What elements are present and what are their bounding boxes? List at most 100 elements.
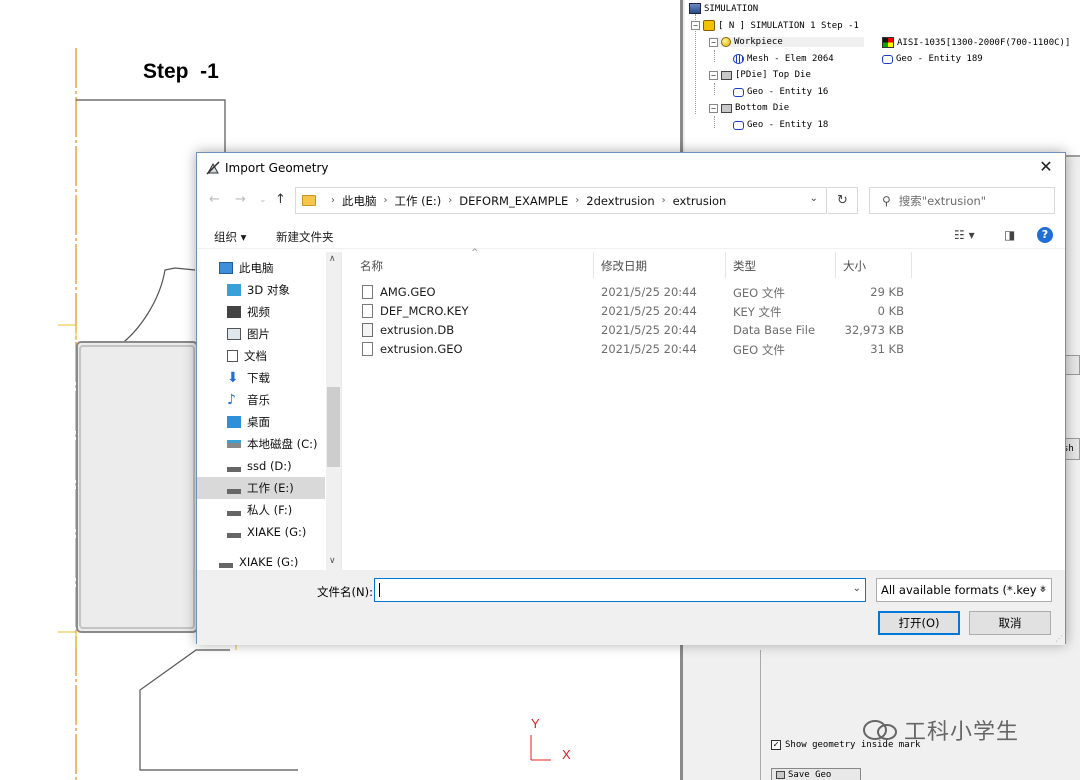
column-header-name[interactable]: 名称 bbox=[360, 258, 383, 274]
chevron-down-icon[interactable]: ⌄ bbox=[1039, 584, 1047, 595]
tree-top-die-geo[interactable]: Geo - Entity 16 bbox=[733, 87, 828, 97]
file-row[interactable]: extrusion.GEO 2021/5/25 20:44 GEO 文件 31 … bbox=[345, 340, 1065, 359]
collapse-icon[interactable]: − bbox=[691, 21, 700, 30]
workpiece-billet bbox=[76, 341, 198, 633]
die-icon bbox=[721, 70, 732, 80]
sort-ascending-icon: ^ bbox=[471, 248, 479, 258]
nav-item-drive-g[interactable]: XIAKE (G:) bbox=[197, 521, 325, 543]
file-icon bbox=[362, 342, 373, 356]
scroll-up-icon[interactable]: ∧ bbox=[329, 254, 336, 264]
breadcrumb-2dextrusion[interactable]: 2dextrusion bbox=[586, 194, 654, 208]
tree-bottom-die[interactable]: − Bottom Die bbox=[709, 103, 789, 113]
search-input[interactable]: ⚲ 搜索"extrusion" bbox=[869, 187, 1055, 214]
file-size: 31 KB bbox=[870, 342, 904, 356]
nav-item-downloads[interactable]: ⬇ 下载 bbox=[197, 367, 325, 389]
help-icon[interactable]: ? bbox=[1037, 227, 1053, 243]
folder-icon bbox=[302, 195, 316, 206]
file-type-filter-value: All available formats (*.key * bbox=[881, 583, 1046, 597]
search-placeholder: 搜索"extrusion" bbox=[898, 193, 987, 208]
open-button[interactable]: 打开(O) bbox=[878, 611, 960, 635]
file-row[interactable]: extrusion.DB 2021/5/25 20:44 Data Base F… bbox=[345, 321, 1065, 340]
breadcrumb-this-pc[interactable]: 此电脑 bbox=[342, 193, 377, 209]
nav-item-drive-f[interactable]: 私人 (F:) bbox=[197, 499, 325, 521]
up-arrow-icon[interactable]: ↑ bbox=[275, 192, 286, 207]
collapse-icon[interactable]: − bbox=[709, 37, 718, 47]
nav-label: XIAKE (G:) bbox=[247, 525, 307, 539]
nav-scrollbar[interactable]: ∧ ∨ bbox=[326, 252, 341, 570]
file-size: 29 KB bbox=[870, 285, 904, 299]
close-icon[interactable]: ✕ bbox=[1033, 157, 1059, 179]
filename-input[interactable]: ⌄ bbox=[374, 578, 866, 602]
nav-item-desktop[interactable]: 桌面 bbox=[197, 411, 325, 433]
watermark-text: 工科小学生 bbox=[904, 720, 1020, 745]
collapse-icon[interactable]: − bbox=[709, 103, 718, 113]
address-bar[interactable]: › 此电脑 › 工作 (E:) › DEFORM_EXAMPLE › 2dext… bbox=[295, 187, 827, 214]
dialog-toolbar: 组织 ▾ 新建文件夹 ☷ ▾ ◨ ? bbox=[197, 223, 1065, 249]
collapse-icon[interactable]: − bbox=[709, 70, 718, 80]
file-icon bbox=[362, 304, 373, 318]
nav-item-3d-objects[interactable]: 3D 对象 bbox=[197, 279, 325, 301]
scroll-thumb[interactable] bbox=[327, 387, 340, 467]
nav-item-drive-e[interactable]: 工作 (E:) bbox=[197, 477, 325, 499]
tree-workpiece[interactable]: − Workpiece bbox=[709, 37, 864, 47]
nav-item-drive-g-network[interactable]: XIAKE (G:) bbox=[197, 551, 325, 570]
back-arrow-icon[interactable]: ← bbox=[209, 192, 220, 207]
file-row[interactable]: AMG.GEO 2021/5/25 20:44 GEO 文件 29 KB bbox=[345, 283, 1065, 302]
resize-grip-icon[interactable]: ⋰ bbox=[1055, 634, 1063, 643]
organize-button[interactable]: 组织 ▾ bbox=[214, 229, 246, 245]
nav-item-videos[interactable]: 视频 bbox=[197, 301, 325, 323]
tree-material-label: AISI-1035[1300-2000F(700-1100C)] bbox=[897, 37, 1071, 48]
nav-item-documents[interactable]: 文档 bbox=[197, 345, 325, 367]
tree-bottom-die-geo-label: Geo - Entity 18 bbox=[747, 120, 829, 130]
tree-mesh-label: Mesh - Elem 2064 bbox=[747, 54, 834, 64]
computer-icon bbox=[219, 262, 233, 274]
file-type: KEY 文件 bbox=[733, 305, 782, 319]
nav-item-this-pc[interactable]: 此电脑 bbox=[197, 257, 325, 279]
tree-mesh[interactable]: Mesh - Elem 2064 bbox=[733, 54, 834, 64]
view-options-icon[interactable]: ☷ ▾ bbox=[954, 228, 975, 242]
new-folder-button[interactable]: 新建文件夹 bbox=[276, 229, 334, 245]
file-name: extrusion.GEO bbox=[380, 342, 463, 356]
file-date: 2021/5/25 20:44 bbox=[601, 304, 697, 318]
picture-icon bbox=[227, 328, 241, 340]
tree-bottom-die-geo[interactable]: Geo - Entity 18 bbox=[733, 120, 828, 130]
nav-item-music[interactable]: ♪ 音乐 bbox=[197, 389, 325, 411]
geometry-icon bbox=[882, 54, 893, 64]
dialog-titlebar[interactable]: Import Geometry ✕ bbox=[197, 153, 1065, 183]
tree-root[interactable]: SIMULATION bbox=[689, 3, 758, 14]
column-header-type[interactable]: 类型 bbox=[733, 258, 756, 274]
save-geo-button[interactable]: Save Geo bbox=[771, 768, 861, 780]
file-row[interactable]: DEF_MCRO.KEY 2021/5/25 20:44 KEY 文件 0 KB bbox=[345, 302, 1065, 321]
database-file-icon bbox=[362, 323, 373, 337]
tree-material[interactable]: AISI-1035[1300-2000F(700-1100C)] bbox=[882, 37, 1070, 48]
nav-label: 文档 bbox=[244, 349, 267, 363]
breadcrumb-drive-e[interactable]: 工作 (E:) bbox=[395, 193, 442, 209]
nav-item-pictures[interactable]: 图片 bbox=[197, 323, 325, 345]
show-geometry-checkbox[interactable]: ✓ bbox=[771, 740, 781, 750]
recent-locations-icon[interactable]: ⌄ bbox=[259, 195, 267, 205]
refresh-icon[interactable]: ↻ bbox=[828, 187, 858, 214]
chevron-down-icon[interactable]: ⌄ bbox=[810, 193, 818, 204]
breadcrumb-extrusion[interactable]: extrusion bbox=[673, 194, 727, 208]
drive-icon bbox=[227, 532, 241, 538]
column-header-date[interactable]: 修改日期 bbox=[601, 258, 647, 274]
tree-top-die[interactable]: − [PDie] Top Die bbox=[709, 70, 811, 80]
material-icon bbox=[882, 37, 894, 48]
file-date: 2021/5/25 20:44 bbox=[601, 323, 697, 337]
tree-workpiece-geo[interactable]: Geo - Entity 189 bbox=[882, 54, 983, 64]
preview-pane-icon[interactable]: ◨ bbox=[1004, 228, 1015, 242]
file-type-filter[interactable]: All available formats (*.key * ⌄ bbox=[876, 578, 1052, 602]
wechat-icon bbox=[862, 719, 898, 741]
file-icon bbox=[362, 285, 373, 299]
chevron-down-icon[interactable]: ⌄ bbox=[853, 583, 861, 594]
column-header-size[interactable]: 大小 bbox=[843, 258, 866, 274]
cancel-button[interactable]: 取消 bbox=[969, 611, 1051, 635]
tree-simulation[interactable]: − [ N ] SIMULATION 1 Step -1 bbox=[691, 20, 859, 31]
nav-item-drive-c[interactable]: 本地磁盘 (C:) bbox=[197, 433, 325, 455]
breadcrumb-deform-example[interactable]: DEFORM_EXAMPLE bbox=[459, 194, 568, 208]
forward-arrow-icon[interactable]: → bbox=[235, 192, 246, 207]
nav-item-drive-d[interactable]: ssd (D:) bbox=[197, 455, 325, 477]
scroll-down-icon[interactable]: ∨ bbox=[329, 556, 336, 566]
file-size: 0 KB bbox=[877, 304, 904, 318]
nav-label: 本地磁盘 (C:) bbox=[247, 437, 318, 451]
